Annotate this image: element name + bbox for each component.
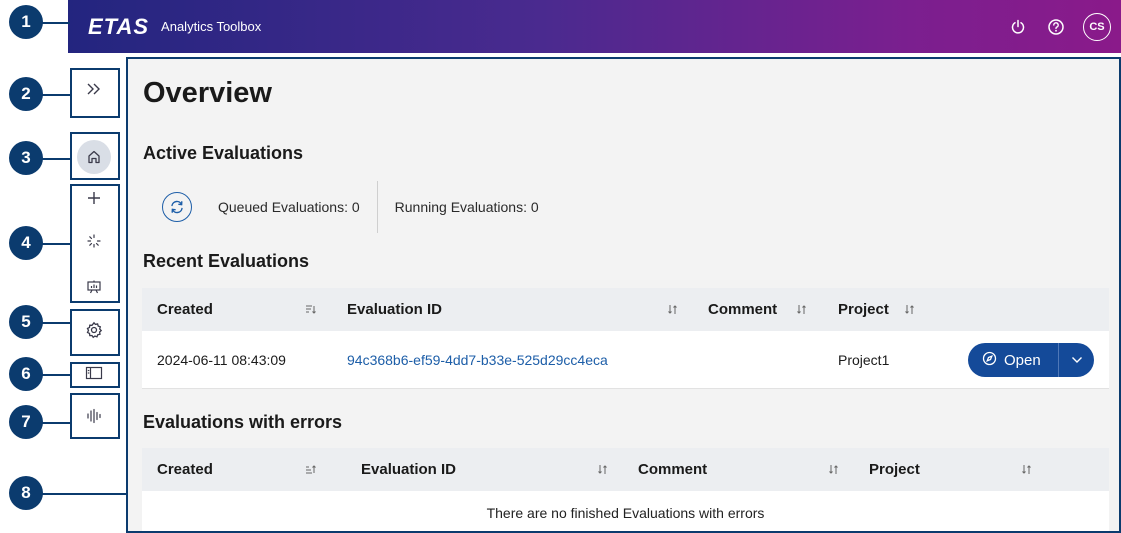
callout-leader [40, 374, 70, 376]
user-avatar[interactable]: CS [1083, 12, 1111, 41]
callout-frame-6 [70, 362, 120, 388]
callout-8: 8 [9, 476, 43, 510]
callout-frame-4 [70, 184, 120, 303]
callout-6: 6 [9, 357, 43, 391]
callout-3: 3 [9, 141, 43, 175]
callout-1: 1 [9, 5, 43, 39]
callout-leader [40, 158, 70, 160]
callout-frame-5 [70, 309, 120, 356]
callout-7: 7 [9, 405, 43, 439]
callout-leader [40, 422, 70, 424]
help-icon[interactable] [1045, 16, 1067, 38]
callout-leader [40, 94, 70, 96]
callout-frame-8 [126, 57, 1121, 533]
etas-logo: ETAS [88, 13, 150, 39]
callout-leader [40, 243, 70, 245]
callout-leader [40, 493, 126, 495]
callout-leader [40, 322, 70, 324]
callout-frame-7 [70, 393, 120, 439]
callout-4: 4 [9, 226, 43, 260]
callout-2: 2 [9, 77, 43, 111]
callout-5: 5 [9, 305, 43, 339]
header-actions: CS [1007, 12, 1111, 41]
callout-frame-2 [70, 68, 120, 118]
callout-frame-3 [70, 132, 120, 180]
power-icon[interactable] [1007, 16, 1029, 38]
app-header: ETAS Analytics Toolbox CS [68, 0, 1121, 53]
app-name: Analytics Toolbox [161, 19, 262, 34]
callout-leader [40, 22, 70, 24]
